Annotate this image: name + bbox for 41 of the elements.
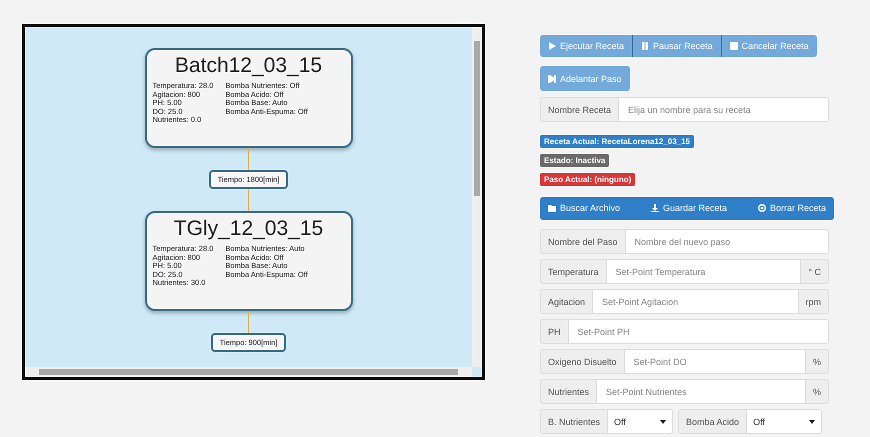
select-field[interactable]: Off — [608, 409, 674, 434]
stop-icon — [730, 42, 738, 50]
horizontal-scrollbar[interactable] — [25, 367, 472, 377]
unit-label: rpm — [798, 289, 829, 314]
field-label: B. Nutrientes — [540, 409, 608, 434]
node-title: TGly_12_03_15 — [172, 217, 324, 241]
field-label: PH — [540, 319, 569, 344]
step-forward-icon — [548, 74, 556, 82]
status-label: Estado: Inactiva — [540, 154, 610, 167]
field-label: Nombre del Paso — [540, 229, 626, 254]
field-label: Bomba Acido — [678, 409, 748, 434]
status-label: Receta Actual: RecetaLorena12_03_15 — [540, 135, 694, 148]
download-icon — [650, 204, 659, 212]
field-label: Oxigeno Disuelto — [540, 349, 625, 374]
folder-icon — [548, 204, 556, 212]
unit-label: ° C — [801, 259, 829, 284]
field-label: Nombre Receta — [540, 97, 620, 122]
connector-line — [248, 189, 249, 211]
field-label: Nutrientes — [540, 379, 598, 404]
unit-label: % — [806, 349, 829, 374]
vertical-scrollbar[interactable] — [472, 27, 482, 367]
status-label: Paso Actual: (ninguno) — [540, 173, 636, 186]
caret-icon — [660, 420, 666, 424]
connector-line — [248, 311, 249, 333]
play-icon — [548, 42, 556, 50]
node-title: Batch12_03_15 — [174, 54, 324, 78]
unit-label: % — [806, 379, 829, 404]
circle-icon — [758, 204, 766, 212]
select-field[interactable]: Off — [747, 409, 822, 434]
step-field[interactable]: Set-Point Temperatura — [606, 259, 802, 284]
recipe-name-field[interactable]: Elija un nombre para su receta — [619, 97, 829, 122]
step-field[interactable]: Set-Point PH — [568, 319, 829, 344]
step-field[interactable]: Set-Point DO — [624, 349, 806, 374]
step-field[interactable]: Set-Point Nutrientes — [597, 379, 806, 404]
connector-line — [248, 148, 249, 170]
field-label: Agitacion — [540, 289, 594, 314]
caret-icon — [809, 420, 816, 424]
field-label: Temperatura — [540, 259, 607, 284]
pause-icon — [641, 42, 650, 50]
step-field[interactable]: Nombre del nuevo paso — [626, 229, 829, 254]
step-field[interactable]: Set-Point Agitacion — [593, 289, 798, 314]
